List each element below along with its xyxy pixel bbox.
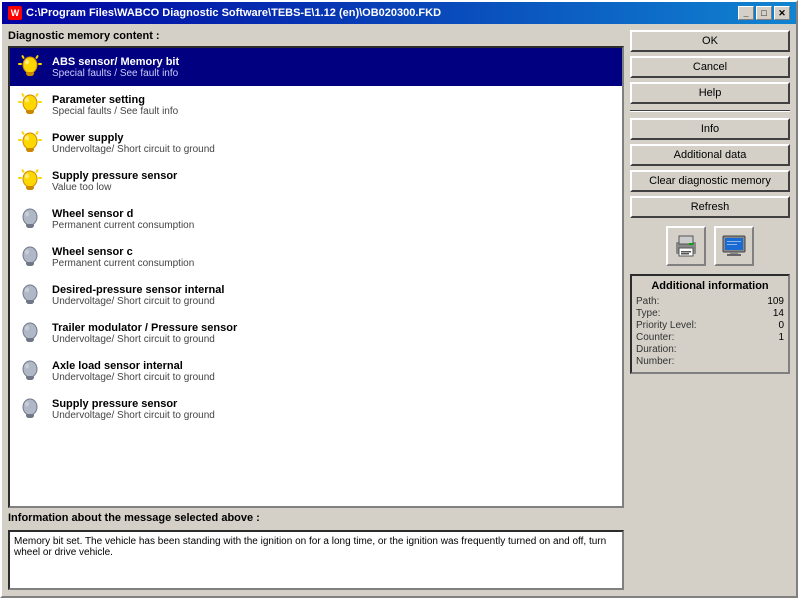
- additional-info-title: Additional information: [636, 280, 784, 292]
- list-item[interactable]: Supply pressure sensorValue too low: [10, 162, 622, 200]
- close-button[interactable]: ✕: [774, 6, 790, 20]
- item-title: Wheel sensor c: [52, 246, 194, 258]
- title-bar: W C:\Program Files\WABCO Diagnostic Soft…: [2, 2, 796, 24]
- item-title: Supply pressure sensor: [52, 398, 215, 410]
- list-item[interactable]: Axle load sensor internalUndervoltage/ S…: [10, 352, 622, 390]
- list-item[interactable]: Desired-pressure sensor internalUndervol…: [10, 276, 622, 314]
- item-icon: [14, 89, 46, 121]
- list-item[interactable]: Power supplyUndervoltage/ Short circuit …: [10, 124, 622, 162]
- window-controls: _ □ ✕: [738, 6, 790, 20]
- window-title: C:\Program Files\WABCO Diagnostic Softwa…: [26, 7, 441, 19]
- refresh-button[interactable]: Refresh: [630, 196, 790, 218]
- item-icon: [14, 51, 46, 83]
- printer-icon: [672, 232, 700, 260]
- item-title: ABS sensor/ Memory bit: [52, 56, 179, 68]
- info-field-value: 0: [778, 320, 784, 331]
- item-subtitle: Undervoltage/ Short circuit to ground: [52, 410, 215, 421]
- item-subtitle: Permanent current consumption: [52, 220, 194, 231]
- maximize-button[interactable]: □: [756, 6, 772, 20]
- info-field-row: Duration:: [636, 344, 784, 355]
- item-title: Desired-pressure sensor internal: [52, 284, 224, 296]
- diagnostic-list[interactable]: ABS sensor/ Memory bitSpecial faults / S…: [8, 46, 624, 508]
- item-icon: [14, 203, 46, 235]
- additional-data-button[interactable]: Additional data: [630, 144, 790, 166]
- info-field-value: 14: [773, 308, 784, 319]
- item-icon: [14, 165, 46, 197]
- info-fields: Path: 109 Type: 14 Priority Level: 0 Counter: 1…: [636, 296, 784, 367]
- info-field-row: Priority Level: 0: [636, 320, 784, 331]
- item-subtitle: Value too low: [52, 182, 177, 193]
- monitor-icon: [720, 232, 748, 260]
- item-subtitle: Undervoltage/ Short circuit to ground: [52, 372, 215, 383]
- list-item[interactable]: Supply pressure sensorUndervoltage/ Shor…: [10, 390, 622, 428]
- item-icon: [14, 127, 46, 159]
- list-item[interactable]: Wheel sensor dPermanent current consumpt…: [10, 200, 622, 238]
- item-icon: [14, 355, 46, 387]
- item-subtitle: Undervoltage/ Short circuit to ground: [52, 334, 237, 345]
- info-field-row: Number:: [636, 356, 784, 367]
- info-box: Memory bit set. The vehicle has been sta…: [8, 530, 624, 590]
- main-window: W C:\Program Files\WABCO Diagnostic Soft…: [0, 0, 798, 598]
- list-item[interactable]: Trailer modulator / Pressure sensorUnder…: [10, 314, 622, 352]
- item-subtitle: Undervoltage/ Short circuit to ground: [52, 296, 224, 307]
- info-field-value: 109: [767, 296, 784, 307]
- ok-button[interactable]: OK: [630, 30, 790, 52]
- info-field-key: Type:: [636, 308, 660, 319]
- info-text: Memory bit set. The vehicle has been sta…: [14, 536, 606, 558]
- item-icon: [14, 241, 46, 273]
- info-button[interactable]: Info: [630, 118, 790, 140]
- info-label: Information about the message selected a…: [8, 512, 624, 524]
- info-field-key: Number:: [636, 356, 674, 367]
- info-field-row: Path: 109: [636, 296, 784, 307]
- print-icon-button[interactable]: [666, 226, 706, 266]
- item-subtitle: Special faults / See fault info: [52, 68, 179, 79]
- separator-1: [630, 110, 790, 112]
- item-subtitle: Permanent current consumption: [52, 258, 194, 269]
- list-item[interactable]: ABS sensor/ Memory bitSpecial faults / S…: [10, 48, 622, 86]
- item-title: Wheel sensor d: [52, 208, 194, 220]
- icon-row: [630, 222, 790, 270]
- info-field-key: Path:: [636, 296, 659, 307]
- item-title: Power supply: [52, 132, 215, 144]
- item-icon: [14, 279, 46, 311]
- item-icon: [14, 393, 46, 425]
- help-button[interactable]: Help: [630, 82, 790, 104]
- item-title: Trailer modulator / Pressure sensor: [52, 322, 237, 334]
- item-title: Axle load sensor internal: [52, 360, 215, 372]
- app-icon: W: [8, 6, 22, 20]
- item-title: Parameter setting: [52, 94, 178, 106]
- info-field-key: Priority Level:: [636, 320, 697, 331]
- item-subtitle: Special faults / See fault info: [52, 106, 178, 117]
- info-field-row: Counter: 1: [636, 332, 784, 343]
- monitor-icon-button[interactable]: [714, 226, 754, 266]
- minimize-button[interactable]: _: [738, 6, 754, 20]
- info-field-key: Counter:: [636, 332, 674, 343]
- additional-info-box: Additional information Path:109Type:14Pr…: [630, 274, 790, 374]
- clear-button[interactable]: Clear diagnostic memory: [630, 170, 790, 192]
- item-title: Supply pressure sensor: [52, 170, 177, 182]
- list-item[interactable]: Wheel sensor cPermanent current consumpt…: [10, 238, 622, 276]
- info-field-key: Duration:: [636, 344, 677, 355]
- item-subtitle: Undervoltage/ Short circuit to ground: [52, 144, 215, 155]
- left-panel: Diagnostic memory content : ABS sensor/ …: [8, 30, 624, 590]
- info-field-value: 1: [778, 332, 784, 343]
- cancel-button[interactable]: Cancel: [630, 56, 790, 78]
- item-icon: [14, 317, 46, 349]
- list-label: Diagnostic memory content :: [8, 30, 624, 42]
- info-field-row: Type: 14: [636, 308, 784, 319]
- list-item[interactable]: Parameter settingSpecial faults / See fa…: [10, 86, 622, 124]
- right-panel: OK Cancel Help Info Additional data Clea…: [630, 30, 790, 590]
